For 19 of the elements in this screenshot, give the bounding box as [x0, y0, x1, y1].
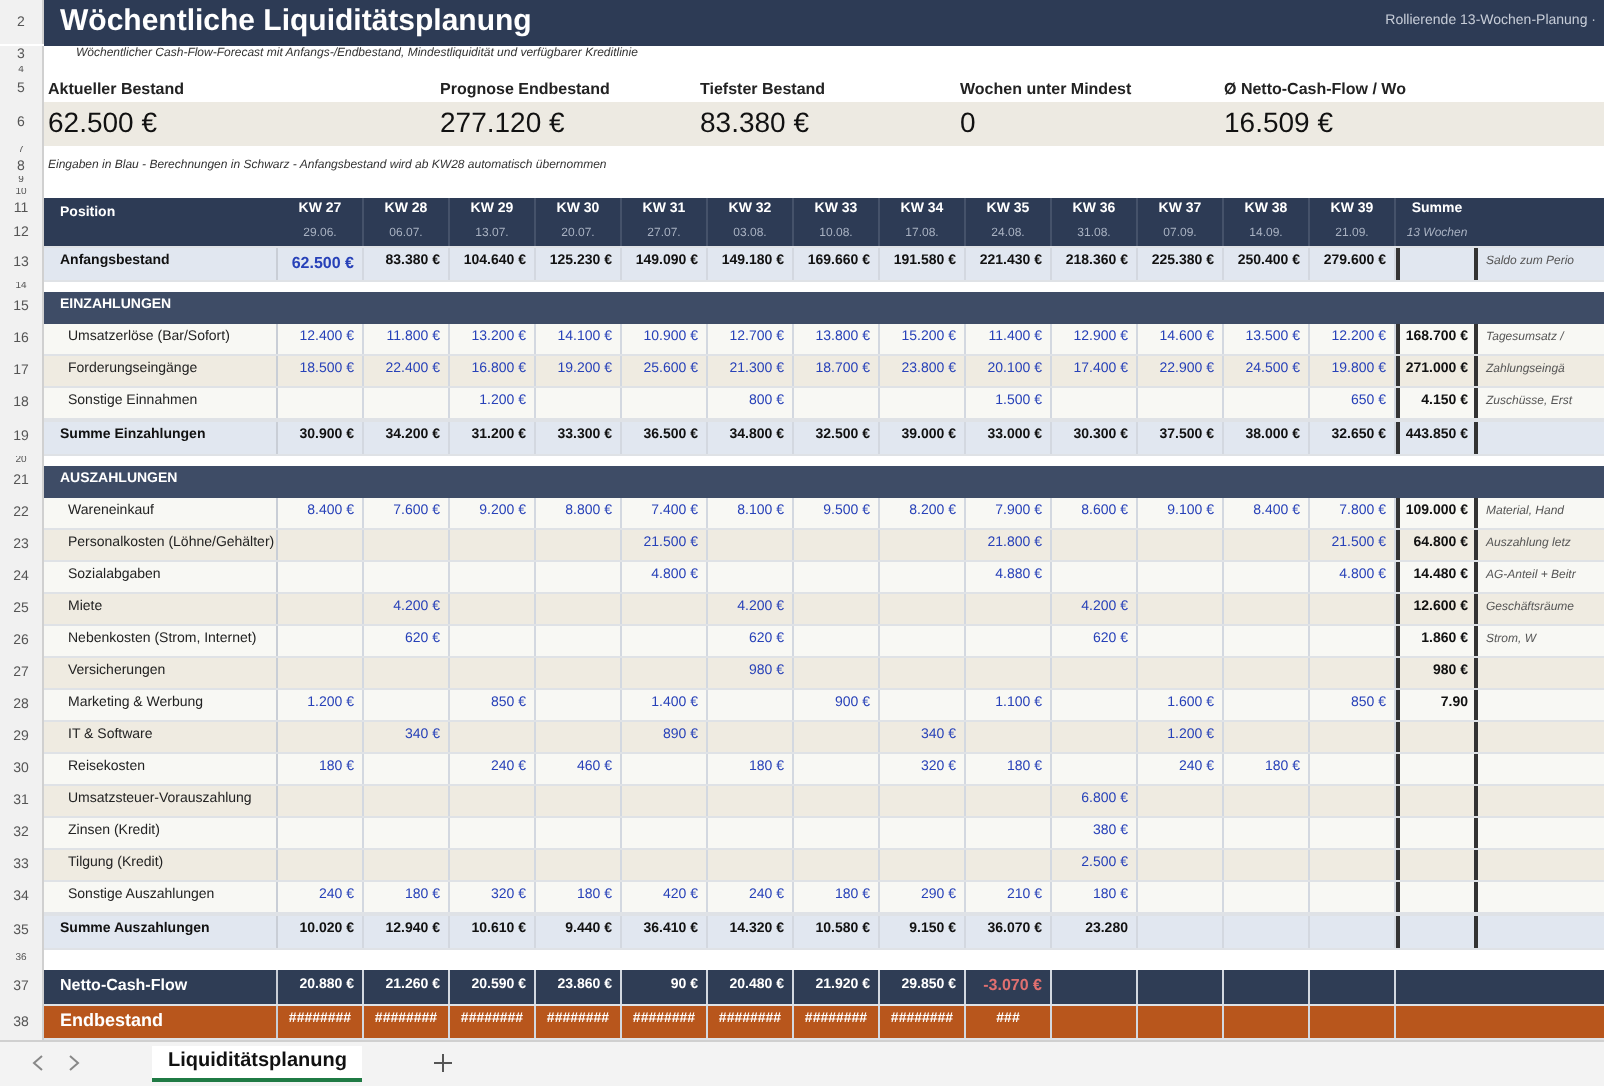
row-label: Netto-Cash-Flow: [44, 969, 278, 1003]
kpi-value: 0: [960, 104, 976, 142]
row-label: Endbestand: [44, 1005, 278, 1037]
add-sheet-icon[interactable]: [434, 1054, 453, 1073]
kpi-label: Ø Netto-Cash-Flow / Wo: [1224, 77, 1406, 101]
kpi-label: Tiefster Bestand: [700, 77, 826, 101]
sheet-title: Wöchentliche Liquiditätsplanung: [60, 2, 532, 42]
kpi-value: 83.380 €: [700, 104, 809, 142]
sheet-tab[interactable]: Liquiditätsplanung: [152, 1045, 363, 1082]
kpi-value: 62.500 €: [48, 104, 157, 142]
table-cell: -3.070 €: [983, 974, 1042, 998]
kpi-label: Aktueller Bestand: [48, 77, 185, 101]
kpi-label: Prognose Endbestand: [440, 77, 610, 101]
kpi-value: 16.509 €: [1224, 104, 1333, 142]
previous-sheet-icon[interactable]: [32, 1054, 44, 1073]
table-cell: 62.500 €: [291, 251, 354, 275]
kpi-value: 277.120 €: [440, 104, 565, 142]
kpi-label: Wochen unter Mindest: [960, 77, 1132, 101]
next-sheet-icon[interactable]: [68, 1054, 80, 1073]
